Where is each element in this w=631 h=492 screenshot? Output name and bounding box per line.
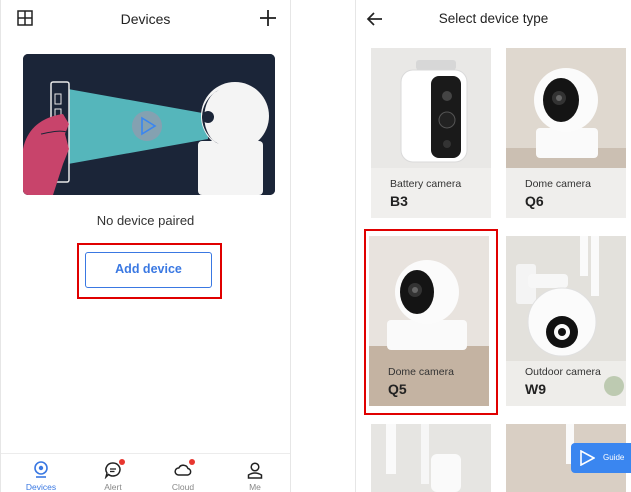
device-model-label: Q6 [525,193,544,209]
device-card-b3[interactable]: Battery camera B3 [371,48,491,218]
highlight-box [364,229,498,415]
devices-header: Devices [1,0,290,40]
outdoor-camera-photo [371,424,491,492]
cloud-icon [174,459,195,479]
tab-label: Me [249,482,261,492]
guide-button[interactable]: Guide [571,443,631,473]
tab-alert[interactable]: Alert [83,459,143,492]
device-card-text: Outdoor camera W9 [525,366,601,397]
device-type-label: Battery camera [390,178,462,190]
guide-label: Guide [603,453,625,462]
device-model-label: B3 [390,193,408,209]
play-icon [580,450,595,466]
device-type-label: Outdoor camera [525,366,601,378]
device-type-label: Dome camera [525,178,591,190]
device-card-q6[interactable]: Dome camera Q6 [506,48,626,218]
tab-me[interactable]: Me [225,461,285,492]
hand-scanning-camera-illustration [23,54,275,195]
device-card-text: Battery camera B3 [390,178,461,209]
tab-cloud[interactable]: Cloud [153,459,213,492]
device-model-label: W9 [525,381,546,397]
tab-label: Alert [104,482,122,492]
device-card-partial-left[interactable] [371,424,491,492]
devices-screen: Devices No device paired Add device Devi… [0,0,291,492]
add-device-button[interactable]: Add device [85,252,212,288]
device-card-text: Dome camera Q6 [525,178,591,209]
hero-illustration [23,54,275,195]
tab-devices[interactable]: Devices [11,461,71,492]
notification-badge [189,459,195,465]
camera-icon [34,461,48,478]
tab-label: Devices [25,482,57,492]
plus-icon[interactable] [258,8,278,28]
page-title: Devices [120,11,171,27]
tab-label: Cloud [171,482,195,492]
page-title: Select device type [438,11,549,26]
device-card-w9[interactable]: Outdoor camera W9 [506,236,626,406]
notification-badge [119,459,125,465]
select-device-header: Select device type [356,0,631,40]
tab-bar: Devices Alert Cloud Me [1,453,290,492]
empty-state-message: No device paired [96,213,195,228]
person-icon [247,462,263,479]
message-icon [104,459,125,480]
